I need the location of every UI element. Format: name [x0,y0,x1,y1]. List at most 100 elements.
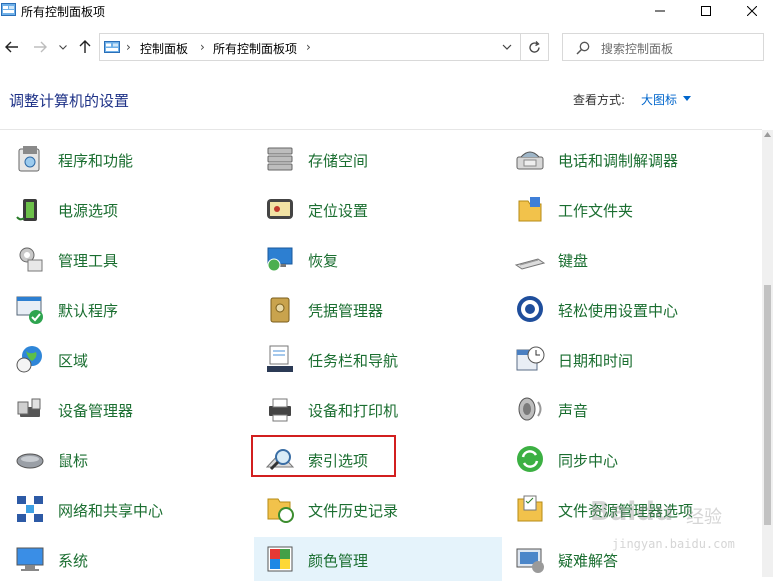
devices-printers-icon [269,398,291,422]
device-manager-icon [17,398,41,417]
work-folders-icon [518,197,542,222]
title-bar: 所有控制面板项 [0,0,773,22]
item-label: 文件资源管理器选项 [558,502,694,520]
recovery-icon [267,247,293,272]
minimize-button[interactable] [637,0,683,22]
breadcrumb-all-items[interactable]: 所有控制面板项 [213,40,297,57]
control-panel-item[interactable]: 定位设置 [254,187,502,231]
control-panel-item[interactable]: 文件资源管理器选项 [504,487,752,531]
control-panel-item[interactable]: 颜色管理 [254,537,502,581]
sound-icon [518,397,542,421]
item-label: 电源选项 [58,202,119,220]
item-label: 网络和共享中心 [58,502,164,520]
sync-center-icon [517,446,543,472]
chevron-down-icon [59,44,67,50]
refresh-icon [529,40,540,53]
item-label: 系统 [58,552,89,570]
chevron-down-icon[interactable] [683,96,691,101]
view-by-label: 查看方式: [573,93,626,107]
control-panel-item[interactable]: 疑难解答 [504,537,752,581]
highlight-annotation [251,435,396,477]
divider [0,129,762,130]
programs-features-icon [18,146,40,172]
storage-spaces-icon [267,147,293,171]
item-label: 颜色管理 [308,552,369,570]
item-label: 设备管理器 [58,402,134,420]
control-panel-item[interactable]: 存储空间 [254,137,502,181]
item-label: 凭据管理器 [308,302,384,320]
item-label: 定位设置 [308,202,369,220]
back-arrow-icon [5,41,18,53]
control-panel-item[interactable]: 键盘 [504,237,752,281]
control-panel-item[interactable]: 电话和调制解调器 [504,137,752,181]
scrollbar-thumb[interactable] [764,285,771,525]
default-programs-icon [16,296,43,324]
window-title: 所有控制面板项 [21,5,106,19]
power-options-icon [16,199,37,221]
control-panel-item[interactable]: 恢复 [254,237,502,281]
control-panel-item[interactable]: 默认程序 [4,287,252,331]
item-label: 存储空间 [308,152,369,170]
item-label: 疑难解答 [558,552,619,570]
breadcrumb-separator-icon[interactable]: › [200,40,205,54]
maximize-button[interactable] [683,0,729,22]
breadcrumb-separator-icon[interactable]: › [126,40,131,54]
item-label: 工作文件夹 [558,202,634,220]
keyboard-icon [514,258,546,270]
mouse-icon [16,453,44,469]
color-management-icon [267,546,293,572]
address-dropdown-icon[interactable] [502,41,512,53]
admin-tools-icon [19,247,43,272]
file-explorer-options-icon [517,495,543,522]
control-panel-item[interactable]: 管理工具 [4,237,252,281]
search-placeholder: 搜索控制面板 [601,42,674,56]
breadcrumb-separator-icon[interactable]: › [306,40,311,54]
control-panel-item[interactable]: 网络和共享中心 [4,487,252,531]
maximize-icon [701,6,711,16]
phone-modem-icon [516,151,544,170]
date-time-icon [516,346,545,371]
item-label: 轻松使用设置中心 [558,302,679,320]
control-panel-item[interactable]: 同步中心 [504,437,752,481]
scroll-up-icon[interactable] [764,132,771,137]
search-icon [576,41,590,55]
control-panel-item[interactable]: 区域 [4,337,252,381]
up-button[interactable] [76,38,94,56]
recent-locations-button[interactable] [56,38,70,56]
region-icon [16,346,42,373]
breadcrumb-control-panel[interactable]: 控制面板 [140,40,188,57]
control-panel-item[interactable]: 轻松使用设置中心 [504,287,752,331]
address-bar[interactable]: › 控制面板 › 所有控制面板项 › [99,33,521,61]
control-panel-item[interactable]: 文件历史记录 [254,487,502,531]
network-sharing-icon [17,496,43,522]
control-panel-item[interactable]: 电源选项 [4,187,252,231]
close-button[interactable] [729,0,773,22]
location-settings-icon [267,199,293,219]
page-title: 调整计算机的设置 [9,92,130,110]
control-panel-item[interactable]: 声音 [504,387,752,431]
control-panel-icon [104,41,120,53]
refresh-button[interactable] [521,33,549,61]
close-icon [747,6,757,16]
control-panel-item[interactable]: 程序和功能 [4,137,252,181]
back-button[interactable] [3,38,21,56]
item-label: 声音 [558,402,589,420]
control-panel-item[interactable]: 日期和时间 [504,337,752,381]
vertical-scrollbar[interactable] [762,130,773,577]
control-panel-item[interactable]: 设备和打印机 [254,387,502,431]
search-input[interactable]: 搜索控制面板 [562,33,764,61]
navigation-bar: › 控制面板 › 所有控制面板项 › 搜索控制面板 [0,30,773,64]
control-panel-item[interactable]: 凭据管理器 [254,287,502,331]
control-panel-item[interactable]: 任务栏和导航 [254,337,502,381]
control-panel-item[interactable]: 设备管理器 [4,387,252,431]
control-panel-item[interactable]: 系统 [4,537,252,581]
item-label: 文件历史记录 [308,502,399,520]
control-panel-item[interactable]: 鼠标 [4,437,252,481]
item-label: 管理工具 [58,252,119,270]
view-by-selector[interactable]: 大图标 [641,91,677,108]
item-label: 鼠标 [58,452,89,470]
forward-button[interactable] [31,38,49,56]
ease-of-access-icon [517,296,543,322]
forward-arrow-icon [34,41,47,53]
control-panel-item[interactable]: 工作文件夹 [504,187,752,231]
